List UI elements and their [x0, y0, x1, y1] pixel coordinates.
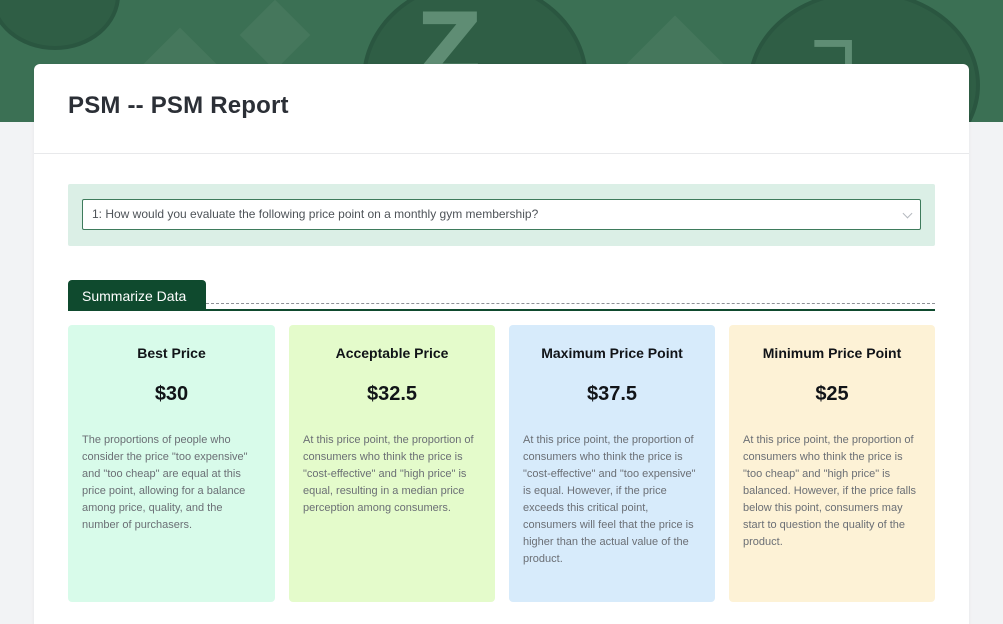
tab-summarize-data[interactable]: Summarize Data	[68, 280, 206, 309]
metric-value: $37.5	[586, 383, 638, 405]
question-panel: 1: How would you evaluate the following …	[68, 184, 935, 246]
page-title: PSM -- PSM Report	[68, 92, 289, 119]
banner-shape-decoration	[239, 0, 311, 71]
metric-value: $25	[815, 383, 849, 405]
metric-description: At this price point, the proportion of c…	[743, 434, 917, 548]
tab-underline	[68, 309, 935, 311]
card-header: PSM -- PSM Report	[34, 64, 969, 154]
metric-description: At this price point, the proportion of c…	[523, 434, 696, 565]
report-card: PSM -- PSM Report 1: How would you evalu…	[34, 64, 969, 624]
metric-description: At this price point, the proportion of c…	[303, 434, 474, 514]
metric-title: Best Price	[137, 345, 206, 361]
question-select-value: 1: How would you evaluate the following …	[92, 207, 539, 221]
metric-title: Minimum Price Point	[762, 345, 902, 361]
metric-value: $30	[154, 383, 189, 405]
metric-card-best-price: Best Price $30 The proportions of people…	[68, 325, 275, 602]
tab-divider-dashed	[206, 303, 935, 304]
metric-value: $32.5	[366, 383, 418, 405]
question-select[interactable]: 1: How would you evaluate the following …	[82, 199, 921, 230]
metric-description: The proportions of people who consider t…	[82, 434, 248, 531]
metric-title: Maximum Price Point	[541, 345, 683, 361]
metric-card-maximum-price-point: Maximum Price Point $37.5 At this price …	[509, 325, 715, 602]
coin-decoration	[0, 0, 120, 50]
chevron-down-icon	[902, 208, 913, 219]
metric-card-minimum-price-point: Minimum Price Point $25 At this price po…	[729, 325, 935, 602]
metric-card-acceptable-price: Acceptable Price $32.5 At this price poi…	[289, 325, 495, 602]
metric-title: Acceptable Price	[335, 345, 449, 361]
